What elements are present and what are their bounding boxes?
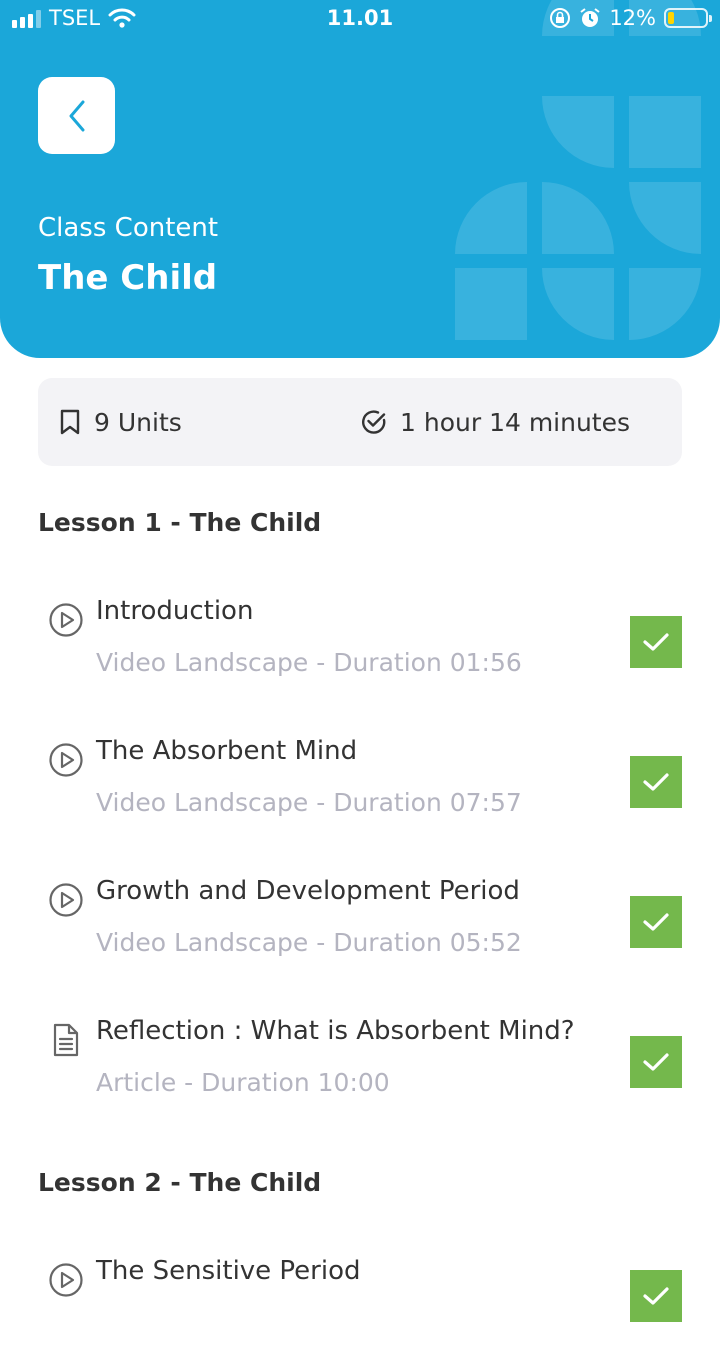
lesson-heading: Lesson 1 - The Child	[38, 508, 322, 537]
unit-item[interactable]: The Sensitive Period	[38, 1256, 682, 1366]
rotation-lock-icon	[550, 8, 571, 28]
lesson-heading: Lesson 2 - The Child	[38, 1168, 322, 1197]
decorative-pattern	[455, 0, 701, 340]
header-subtitle: Class Content	[38, 213, 219, 243]
play-circle-icon	[49, 603, 83, 637]
alarm-icon	[580, 8, 600, 27]
checkmark-icon	[643, 633, 669, 651]
page-title: The Child	[38, 258, 218, 298]
unit-item[interactable]: Reflection : What is Absorbent Mind? Art…	[38, 1016, 682, 1126]
unit-meta: Video Landscape - Duration 07:57	[96, 788, 522, 817]
unit-meta: Video Landscape - Duration 01:56	[96, 648, 522, 677]
unit-item[interactable]: The Absorbent Mind Video Landscape - Dur…	[38, 736, 682, 846]
units-label: 9 Units	[94, 407, 182, 437]
unit-meta: Video Landscape - Duration 05:52	[96, 928, 522, 957]
completed-checkbox[interactable]	[630, 1270, 682, 1322]
play-circle-icon	[49, 1263, 83, 1297]
checkmark-icon	[643, 913, 669, 931]
back-button[interactable]	[38, 77, 115, 154]
unit-title: Introduction	[96, 596, 254, 626]
header: TSEL 11.01 12% Class Content The Child	[0, 0, 720, 358]
duration-label: 1 hour 14 minutes	[400, 407, 631, 437]
completed-checkbox[interactable]	[630, 756, 682, 808]
unit-title: Growth and Development Period	[96, 876, 520, 906]
play-circle-icon	[49, 883, 83, 917]
unit-title: The Sensitive Period	[96, 1256, 361, 1286]
checkmark-icon	[643, 1053, 669, 1071]
unit-title: The Absorbent Mind	[96, 736, 358, 766]
checkmark-icon	[643, 773, 669, 791]
completed-checkbox[interactable]	[630, 616, 682, 668]
checkmark-icon	[643, 1287, 669, 1305]
completed-checkbox[interactable]	[630, 896, 682, 948]
unit-item[interactable]: Growth and Development Period Video Land…	[38, 876, 682, 986]
completed-checkbox[interactable]	[630, 1036, 682, 1088]
check-circle-icon	[362, 410, 386, 434]
battery-percent: 12%	[609, 6, 656, 30]
status-bar: TSEL 11.01 12%	[0, 0, 720, 40]
total-duration: 1 hour 14 minutes	[360, 378, 630, 466]
unit-item[interactable]: Introduction Video Landscape - Duration …	[38, 596, 682, 706]
bookmark-icon	[60, 409, 80, 435]
document-icon	[53, 1023, 79, 1057]
play-circle-icon	[49, 743, 83, 777]
units-count: 9 Units	[58, 378, 182, 466]
class-summary: 9 Units 1 hour 14 minutes	[38, 378, 682, 466]
unit-meta: Article - Duration 10:00	[96, 1068, 390, 1097]
unit-title: Reflection : What is Absorbent Mind?	[96, 1016, 575, 1046]
battery-icon	[664, 8, 712, 28]
chevron-left-icon	[69, 100, 84, 131]
